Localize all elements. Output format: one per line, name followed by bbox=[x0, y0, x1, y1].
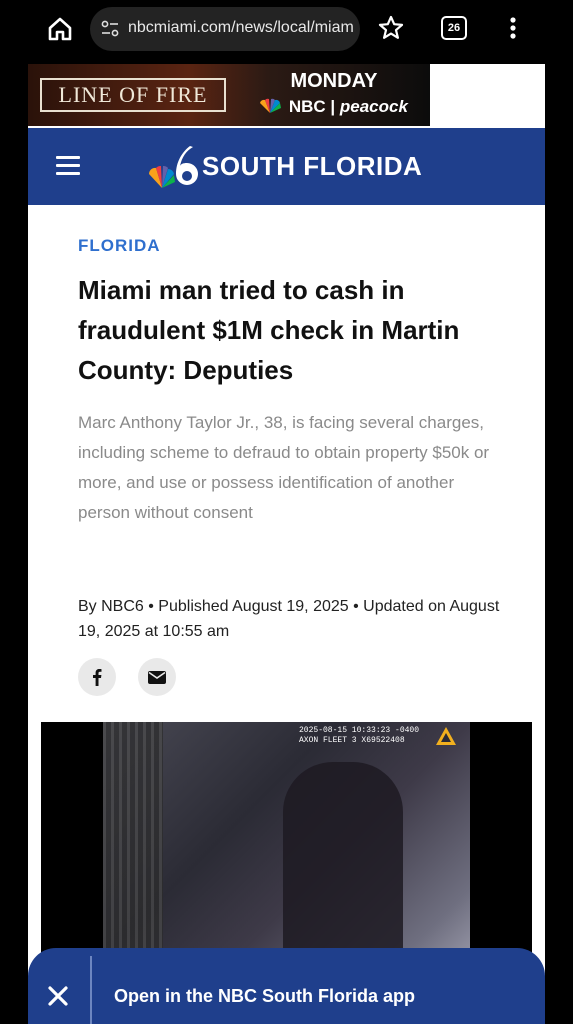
site-settings-icon[interactable] bbox=[100, 19, 120, 39]
ad-separator: | bbox=[330, 97, 340, 116]
address-bar[interactable]: nbcmiami.com/news/local/miami bbox=[90, 7, 360, 51]
ad-day: MONDAY bbox=[290, 70, 378, 92]
hamburger-menu-icon[interactable] bbox=[56, 156, 80, 176]
web-page: LINE OF FIRE MONDAY NBC | peacock SOUTH … bbox=[28, 64, 545, 1024]
browser-toolbar: nbcmiami.com/news/local/miami 26 bbox=[0, 0, 573, 57]
axon-logo-icon bbox=[436, 727, 456, 745]
ad-banner[interactable]: LINE OF FIRE MONDAY NBC | peacock bbox=[28, 64, 430, 126]
url-text[interactable]: nbcmiami.com/news/local/miami bbox=[128, 19, 353, 37]
envelope-icon bbox=[148, 671, 166, 684]
article-headline: Miami man tried to cash in fraudulent $1… bbox=[78, 275, 460, 385]
article-subhead: Marc Anthony Taylor Jr., 38, is facing s… bbox=[78, 413, 490, 522]
nbc6-logo-icon[interactable] bbox=[146, 142, 198, 192]
email-share-button[interactable] bbox=[138, 658, 176, 696]
close-icon[interactable] bbox=[46, 984, 70, 1008]
home-icon[interactable] bbox=[44, 13, 76, 45]
open-in-app-banner[interactable]: Open in the NBC South Florida app bbox=[28, 948, 545, 1024]
ad-show-title: LINE OF FIRE bbox=[40, 78, 226, 112]
facebook-icon bbox=[93, 669, 102, 686]
ad-streaming-label: peacock bbox=[339, 97, 408, 116]
site-header: SOUTH FLORIDA bbox=[28, 128, 545, 205]
ad-network-label: NBC bbox=[288, 97, 326, 116]
video-timestamp: 2025-08-15 10:33:23 -0400 AXON FLEET 3 X… bbox=[299, 726, 420, 745]
nbc-peacock-icon bbox=[260, 98, 282, 113]
tab-switcher-button[interactable]: 26 bbox=[441, 16, 467, 40]
facebook-share-button[interactable] bbox=[78, 658, 116, 696]
bookmark-star-icon[interactable] bbox=[377, 14, 405, 42]
banner-divider bbox=[90, 956, 92, 1024]
site-brand-name[interactable]: SOUTH FLORIDA bbox=[202, 151, 422, 182]
more-menu-icon[interactable] bbox=[503, 14, 523, 42]
article-category-link[interactable]: FLORIDA bbox=[78, 236, 161, 256]
article-byline: By NBC6 • Published August 19, 2025 • Up… bbox=[78, 598, 500, 640]
open-in-app-link[interactable]: Open in the NBC South Florida app bbox=[114, 986, 415, 1007]
ad-network: NBC | peacock bbox=[240, 97, 426, 117]
